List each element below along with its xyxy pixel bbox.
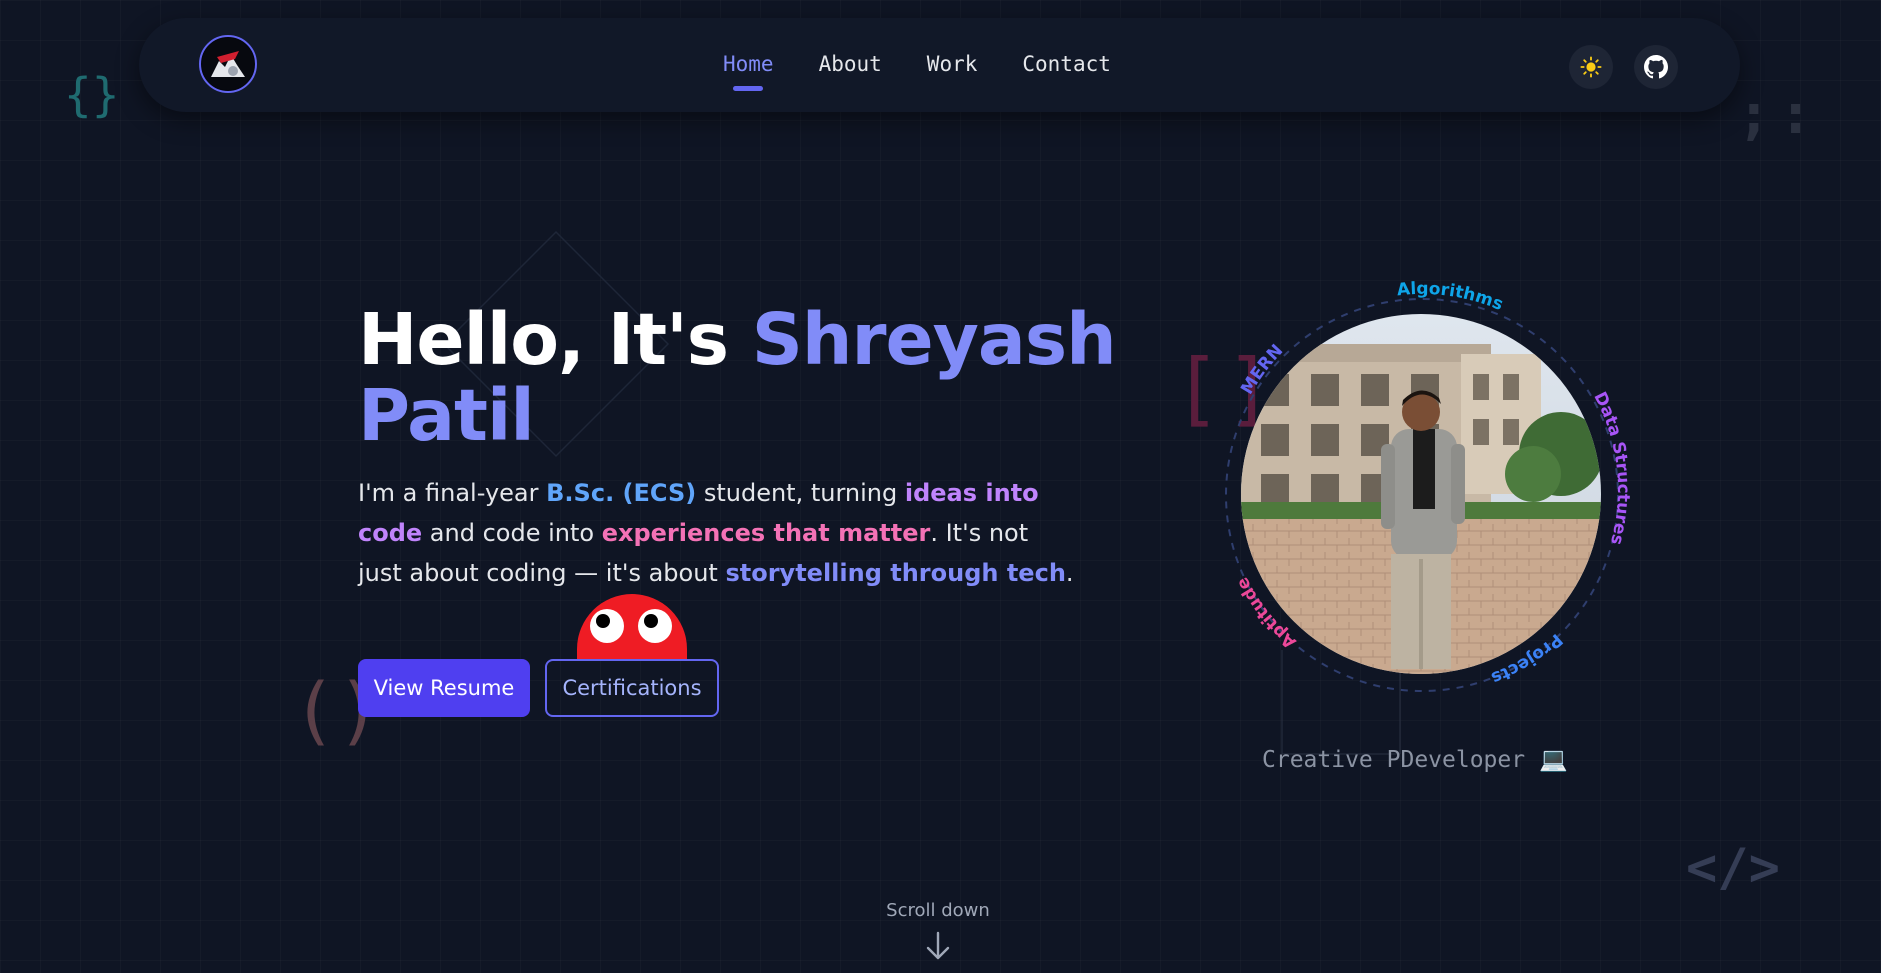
github-button[interactable] <box>1634 45 1678 89</box>
nav-link-home[interactable]: Home <box>723 52 774 91</box>
desc-highlight-degree: B.Sc. (ECS) <box>546 479 697 507</box>
nav-link-work[interactable]: Work <box>927 52 978 76</box>
certifications-button[interactable]: Certifications <box>545 659 719 717</box>
nav-link-contact-label: Contact <box>1022 52 1111 76</box>
active-indicator <box>733 86 764 91</box>
view-resume-button[interactable]: View Resume <box>358 659 530 717</box>
hero-title: Hello, It's Shreyash Patil <box>358 302 1117 457</box>
navbar: Home About Work Contact <box>139 18 1740 112</box>
hero-title-first-name: Shreyash <box>751 298 1117 381</box>
desc-highlight-storytelling: storytelling through tech <box>725 559 1066 587</box>
logo-icon <box>202 38 254 90</box>
desc-text-2: student, turning <box>696 479 905 507</box>
profile-orbit: Algorithms Data Structures Projects Apti… <box>1197 265 1647 715</box>
hero-title-last-name: Patil <box>358 374 535 457</box>
github-icon <box>1644 55 1668 79</box>
theme-toggle-button[interactable] <box>1569 45 1613 89</box>
profile-photo <box>1241 314 1601 674</box>
desc-highlight-experiences: experiences that matter <box>601 519 931 547</box>
logo[interactable] <box>199 35 257 93</box>
orbit-label-algorithms: Algorithms <box>1396 279 1506 315</box>
html-tag-decoration: </> <box>1686 838 1780 898</box>
braces-decoration: {} <box>64 68 120 122</box>
nav-link-about[interactable]: About <box>819 52 882 76</box>
nav-link-home-label: Home <box>723 52 774 76</box>
nav-link-contact[interactable]: Contact <box>1022 52 1111 76</box>
profile-tagline: Creative PDeveloper 💻 <box>1262 747 1568 773</box>
scroll-down-indicator[interactable]: Scroll down <box>880 900 996 966</box>
sun-icon <box>1580 56 1602 78</box>
nav-link-work-label: Work <box>926 52 978 76</box>
nav-links: Home About Work Contact <box>723 52 1111 91</box>
desc-text-5: . <box>1065 559 1074 587</box>
hero-description: I'm a final-year B.Sc. (ECS) student, tu… <box>358 473 1078 593</box>
hero-title-greeting: Hello, It's <box>358 298 752 381</box>
arrow-down-icon <box>926 931 950 960</box>
nav-link-about-label: About <box>818 52 882 76</box>
semicolon-colon-decoration: ;: <box>1737 82 1821 147</box>
desc-text-3: and code into <box>422 519 602 547</box>
desc-text-1: I'm a final-year <box>358 479 547 507</box>
ghost-mascot-icon <box>577 594 687 660</box>
scroll-down-label: Scroll down <box>886 900 990 921</box>
